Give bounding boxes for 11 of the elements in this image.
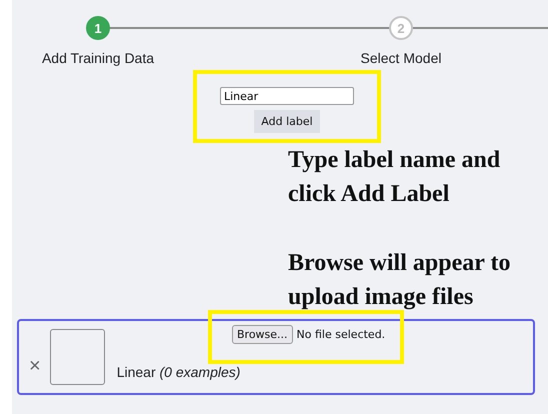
file-status: No file selected. <box>296 327 386 343</box>
close-icon[interactable]: × <box>29 356 41 376</box>
annotation-text: Type label name and click Add Label <box>288 146 502 209</box>
step-label: Select Model <box>360 50 442 66</box>
label-name: Linear (0 examples) <box>116 364 240 380</box>
step-label: Add Training Data <box>42 50 154 66</box>
annotation-text: Browse will appear to upload image files <box>288 249 512 312</box>
add-label-button[interactable]: Add label <box>254 110 320 133</box>
label-input-field[interactable]: Linear <box>220 87 354 105</box>
image-placeholder <box>50 329 105 385</box>
browse-button[interactable]: Browse... <box>232 325 293 344</box>
